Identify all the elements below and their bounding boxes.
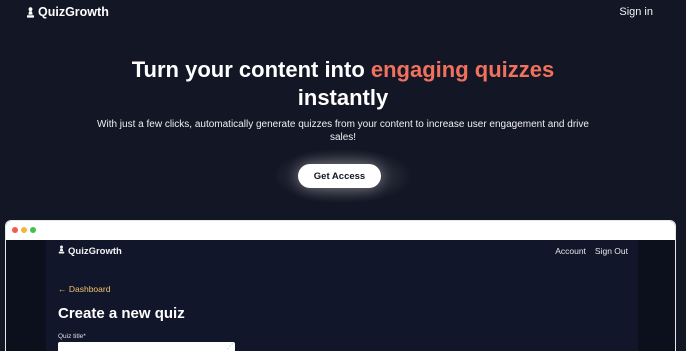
app-preview-window: QuizGrowth Account Sign Out ← Dashboard … [5,220,676,351]
sign-out-link[interactable]: Sign Out [595,246,628,256]
preview-nav: Account Sign Out [555,246,628,256]
quiz-title-input[interactable] [58,342,235,351]
pawn-icon [26,6,35,18]
maximize-dot-icon [30,227,36,233]
top-nav: QuizGrowth Sign in [0,0,686,26]
brand-name: QuizGrowth [38,5,109,19]
preview-brand-logo[interactable]: QuizGrowth [58,245,122,257]
preview-page: QuizGrowth Account Sign Out ← Dashboard … [46,240,638,351]
hero-subtitle: With just a few clicks, automatically ge… [97,119,589,143]
brand-logo[interactable]: QuizGrowth [26,5,109,19]
window-titlebar [6,221,675,240]
hero-title-part1: Turn your content into [131,57,371,82]
preview-brand-name: QuizGrowth [68,245,122,257]
account-link[interactable]: Account [555,246,586,256]
signin-link[interactable]: Sign in [619,6,653,18]
quiz-title-label: Quiz title* [58,333,86,340]
hero-title-part2: instantly [297,85,389,110]
pawn-icon [58,245,65,257]
resize-handle-icon: ⋰ [227,344,233,350]
get-access-button[interactable]: Get Access [298,164,381,188]
back-to-dashboard-link[interactable]: ← Dashboard [58,284,110,294]
page-title: Create a new quiz [58,305,185,322]
close-dot-icon [12,227,18,233]
hero-title: Turn your content into engaging quizzes … [0,56,686,112]
hero-title-accent: engaging quizzes [370,57,555,82]
minimize-dot-icon [21,227,27,233]
